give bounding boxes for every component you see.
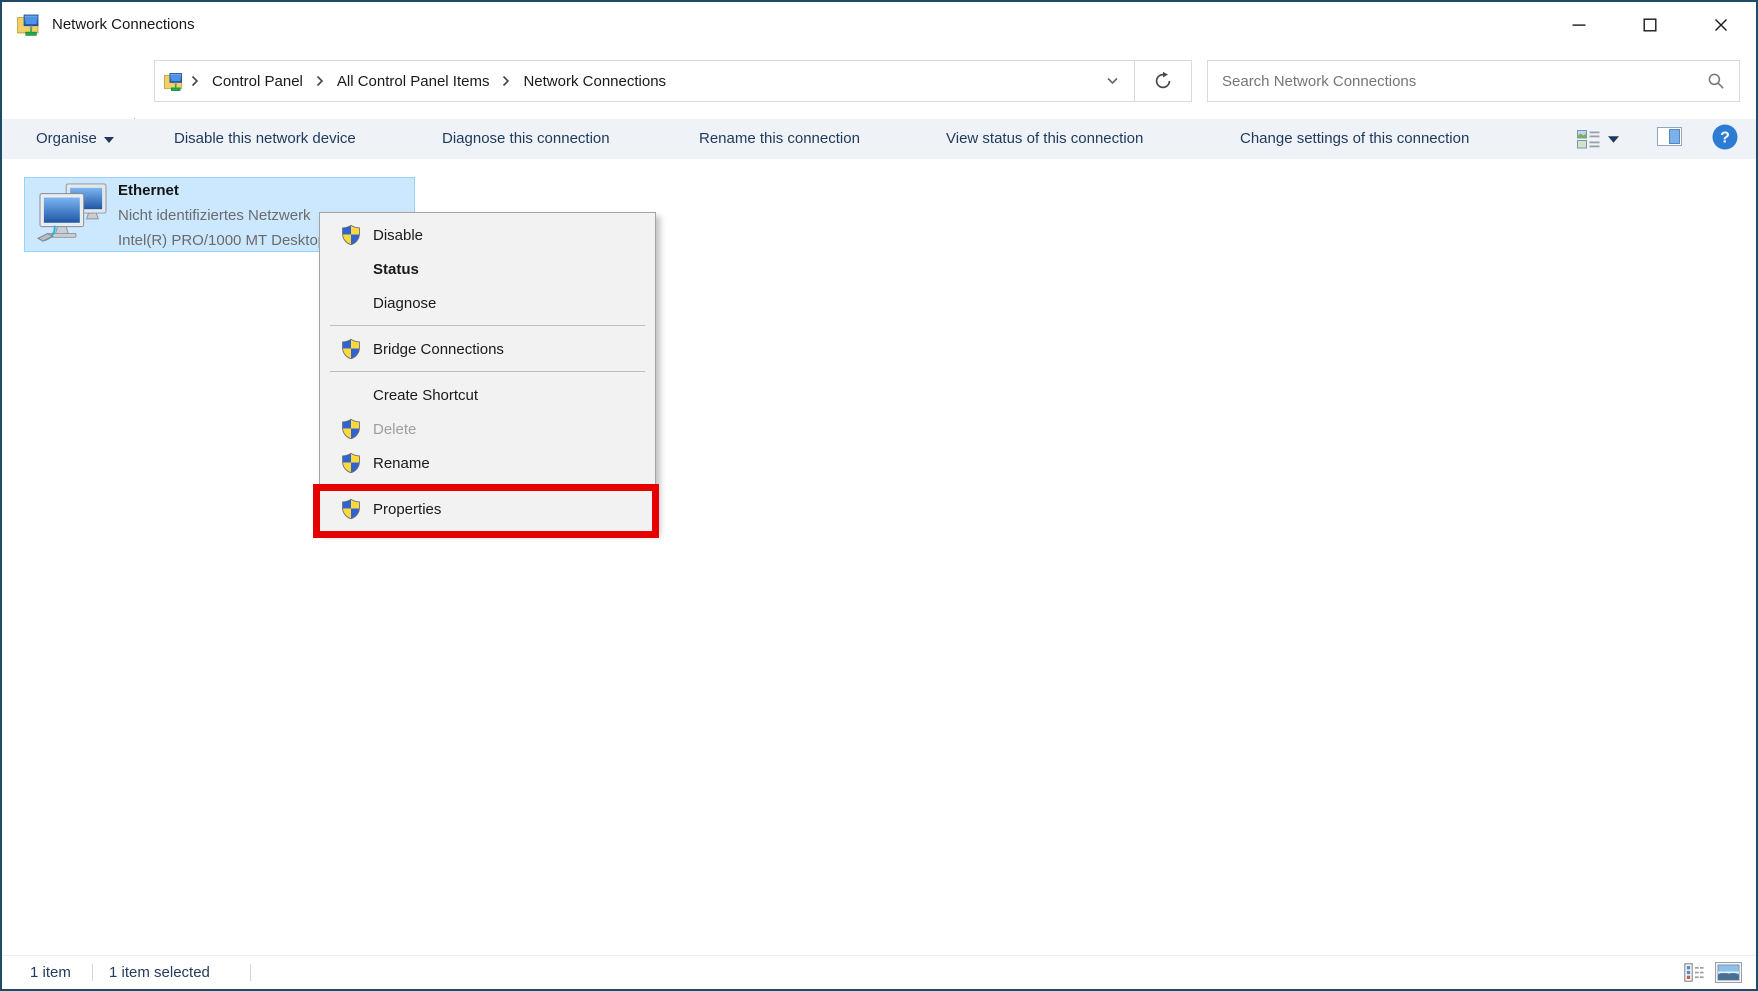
menu-item-label: Status [373,261,419,278]
caret-down-icon [1608,136,1619,143]
change-view-button[interactable] [1577,129,1619,149]
toolbar-button-rename-this-connection[interactable]: Rename this connection [699,119,860,159]
toolbar-right-icons [1577,119,1738,159]
menu-separator [330,485,645,486]
command-toolbar: Organise Disable this network device Diagn… [2,119,1756,159]
breadcrumb: Control Panel All Control Panel Items Netw… [185,61,673,101]
menu-separator [330,325,645,326]
preview-pane-button[interactable] [1657,127,1682,151]
minimize-icon [1572,18,1586,32]
network-connections-app-icon [16,11,42,37]
toolbar-button-label: Disable this network device [174,130,356,147]
menu-item-label: Rename [373,455,430,472]
toolbar-button-disable-this-network-device[interactable]: Disable this network device [174,119,356,159]
toolbar-button-organise[interactable]: Organise [36,119,114,159]
menu-item-label: Create Shortcut [373,387,478,404]
address-bar[interactable]: Control Panel All Control Panel Items Netw… [154,60,1192,102]
close-button[interactable] [1685,2,1756,47]
selected-count: 1 item selected [109,956,210,989]
breadcrumb-item-network-connections[interactable]: Network Connections [516,73,673,90]
menu-item-label: Properties [373,501,441,518]
toolbar-button-label: Organise [36,130,97,147]
menu-item-rename[interactable]: Rename [320,446,655,480]
menu-item-label: Disable [373,227,423,244]
help-button[interactable] [1712,124,1738,155]
address-bar-controls [1090,61,1191,101]
toolbar-button-label: Rename this connection [699,130,860,147]
search-box [1207,60,1740,102]
menu-item-delete: Delete [320,412,655,446]
toolbar-button-label: Diagnose this connection [442,130,610,147]
uac-shield-icon [340,498,362,524]
thumbnail-view-icon [1715,962,1742,983]
uac-shield-icon [340,452,362,478]
menu-item-bridge-connections[interactable]: Bridge Connections [320,332,655,366]
maximize-button[interactable] [1614,2,1685,47]
menu-item-status[interactable]: Status [320,252,655,286]
uac-shield-icon [340,338,362,364]
help-icon [1712,124,1738,150]
connection-name: Ethernet [118,178,438,203]
status-bar: 1 item 1 item selected [2,955,1756,989]
menu-item-label: Bridge Connections [373,341,504,358]
breadcrumb-item-control-panel[interactable]: Control Panel [205,73,310,90]
minimize-button[interactable] [1543,2,1614,47]
breadcrumb-item-all-control-panel-items[interactable]: All Control Panel Items [330,73,497,90]
toolbar-button-label: Change settings of this connection [1240,130,1469,147]
breadcrumb-chevron-icon[interactable] [496,75,516,87]
menu-separator [330,371,645,372]
preview-pane-icon [1657,127,1682,146]
search-icon [1707,72,1725,90]
menu-item-label: Diagnose [373,295,436,312]
window-controls [1543,2,1756,47]
location-icon [163,70,185,92]
menu-item-label: Delete [373,421,416,438]
menu-item-diagnose[interactable]: Diagnose [320,286,655,320]
menu-item-disable[interactable]: Disable [320,218,655,252]
breadcrumb-chevron-icon[interactable] [185,75,205,87]
menu-item-properties[interactable]: Properties [320,492,655,526]
maximize-icon [1643,18,1657,32]
uac-shield-icon [340,224,362,250]
statusbar-divider [250,964,251,981]
close-icon [1714,18,1728,32]
toolbar-button-label: View status of this connection [946,130,1143,147]
window-title: Network Connections [52,2,195,47]
statusbar-divider [92,964,93,981]
menu-item-create-shortcut[interactable]: Create Shortcut [320,378,655,412]
details-view-button[interactable] [1684,963,1704,986]
details-view-icon [1684,963,1704,982]
search-input[interactable] [1208,61,1694,101]
change-view-icon [1577,129,1600,149]
view-toggle-icons [1684,962,1742,987]
ethernet-monitors-icon [35,182,111,248]
file-list-area[interactable]: Ethernet Nicht identifiziertes Netzwerk … [2,159,1756,955]
caret-down-icon [104,119,114,159]
refresh-button[interactable] [1135,61,1191,101]
breadcrumb-chevron-icon[interactable] [310,75,330,87]
refresh-icon [1154,72,1172,90]
title-bar: Network Connections [2,2,1756,47]
uac-shield-icon [340,418,362,444]
thumbnail-view-button[interactable] [1715,962,1742,987]
items-count: 1 item [30,956,71,989]
toolbar-button-change-settings-of-this-connection[interactable]: Change settings of this connection [1240,119,1469,159]
chevron-down-icon [1106,77,1119,85]
toolbar-button-view-status-of-this-connection[interactable]: View status of this connection [946,119,1143,159]
address-dropdown-button[interactable] [1090,61,1134,101]
toolbar-button-diagnose-this-connection[interactable]: Diagnose this connection [442,119,610,159]
network-connections-window: Network Connections Control Panel All Con… [0,0,1758,991]
context-menu: Disable Status Diagnose Bridge Connections C… [319,212,656,532]
navigation-bar: Control Panel All Control Panel Items Netw… [2,47,1756,119]
